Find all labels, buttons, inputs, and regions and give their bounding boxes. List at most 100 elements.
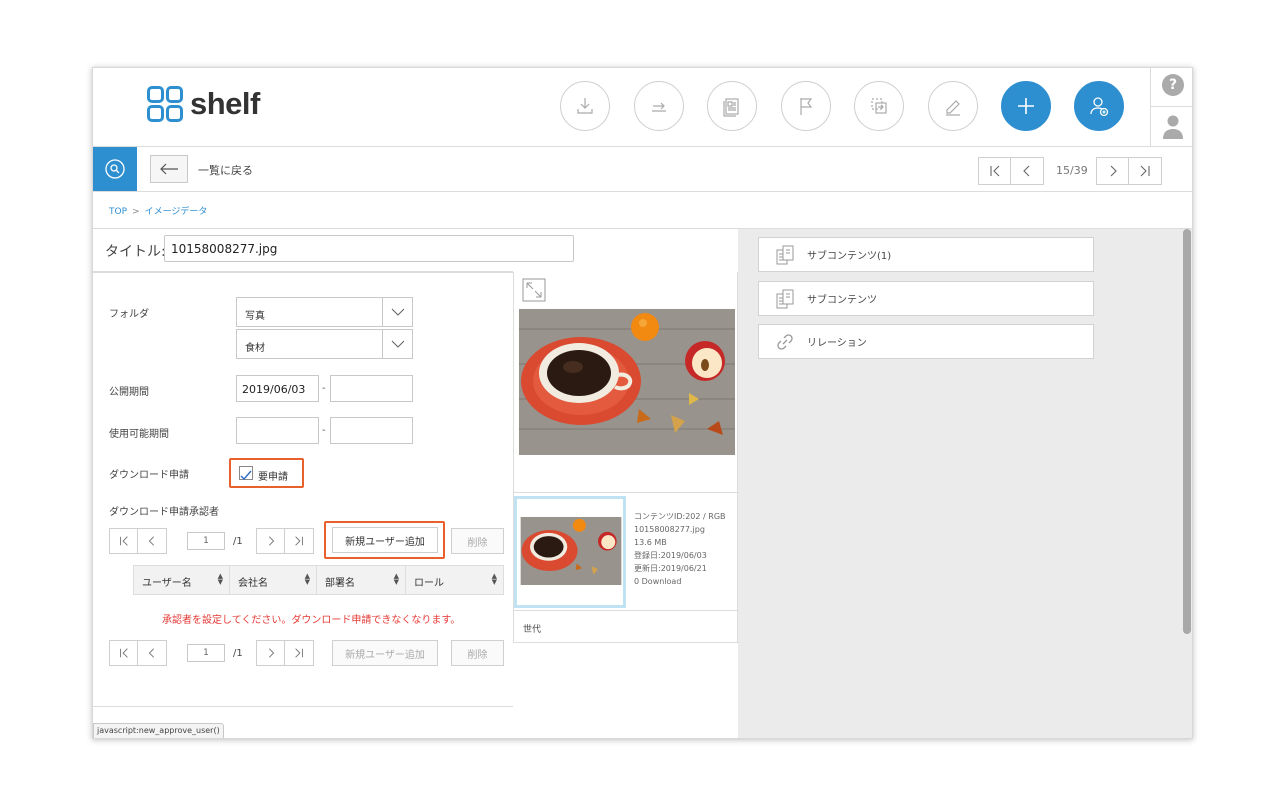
approver-prev-button-bottom[interactable] bbox=[138, 641, 166, 665]
approver-page-input-bottom[interactable]: 1 bbox=[187, 644, 225, 662]
folder-select-2[interactable]: 食材 bbox=[236, 329, 413, 359]
column-role-label: ロール bbox=[414, 578, 444, 589]
first-page-icon bbox=[989, 165, 999, 177]
right-panel: サブコンテンツ(1) サブコンテンツ リレーション bbox=[738, 229, 1192, 738]
column-department[interactable]: 部署名 ▲ ▼ bbox=[317, 566, 406, 594]
edit-button[interactable] bbox=[928, 81, 978, 131]
approver-pager-next bbox=[256, 528, 314, 554]
column-role[interactable]: ロール ▲ ▼ bbox=[406, 566, 503, 594]
publish-period-label: 公開期間 bbox=[109, 387, 149, 398]
preview-column: コンテンツID:202 / RGB 10158008277.jpg 13.6 M… bbox=[513, 272, 739, 643]
status-bar: javascript:new_approve_user() bbox=[93, 723, 224, 738]
chevron-left-icon bbox=[1023, 165, 1030, 177]
plus-icon bbox=[1018, 98, 1034, 114]
publish-end-input[interactable] bbox=[330, 375, 413, 402]
download-request-label: ダウンロード申請 bbox=[109, 470, 189, 481]
sort-icon: ▲ ▼ bbox=[217, 572, 223, 586]
coffee-thumbnail bbox=[520, 517, 622, 585]
preview-image[interactable] bbox=[519, 309, 735, 455]
divider bbox=[93, 706, 513, 707]
breadcrumb: TOP > イメージデータ bbox=[109, 204, 207, 217]
approvers-label: ダウンロード申請承認者 bbox=[109, 507, 219, 518]
delete-approver-button-bottom[interactable]: 削除 bbox=[451, 640, 504, 666]
usable-start-input[interactable] bbox=[236, 417, 319, 444]
subcontent-1-button[interactable]: サブコンテンツ(1) bbox=[758, 237, 1094, 272]
flag-icon bbox=[800, 98, 813, 115]
catalog-button[interactable] bbox=[707, 81, 757, 131]
first-page-button[interactable] bbox=[979, 158, 1011, 184]
column-department-label: 部署名 bbox=[325, 578, 355, 589]
approver-page-input[interactable]: 1 bbox=[187, 532, 225, 550]
search-button[interactable] bbox=[93, 147, 137, 191]
approver-next-button-bottom[interactable] bbox=[257, 641, 285, 665]
move-button[interactable] bbox=[854, 81, 904, 131]
subcontent-button[interactable]: サブコンテンツ bbox=[758, 281, 1094, 316]
divider bbox=[93, 272, 513, 273]
first-page-icon bbox=[119, 648, 128, 658]
approver-pager-prev bbox=[109, 528, 167, 554]
first-page-icon bbox=[119, 536, 128, 546]
column-company[interactable]: 会社名 ▲ ▼ bbox=[230, 566, 317, 594]
approver-last-button[interactable] bbox=[285, 529, 313, 553]
toolbar: 一覧に戻る 15/39 bbox=[93, 147, 1192, 192]
meta-filename: 10158008277.jpg bbox=[634, 525, 705, 534]
arrow-left-icon bbox=[160, 163, 178, 175]
approver-prev-button[interactable] bbox=[138, 529, 166, 553]
last-page-icon bbox=[1140, 165, 1150, 177]
pager-prev-group bbox=[978, 157, 1044, 185]
shelf-logo[interactable]: shelf bbox=[147, 86, 260, 122]
breadcrumb-current[interactable]: イメージデータ bbox=[145, 207, 208, 217]
content-metadata: コンテンツID:202 / RGB 10158008277.jpg 13.6 M… bbox=[634, 510, 726, 588]
last-page-button[interactable] bbox=[1129, 158, 1161, 184]
requires-request-label[interactable]: 要申請 bbox=[258, 468, 288, 483]
edit-icon bbox=[946, 100, 960, 116]
scrollbar[interactable] bbox=[1183, 229, 1191, 634]
account-icon[interactable] bbox=[1162, 114, 1184, 140]
download-button[interactable] bbox=[560, 81, 610, 131]
help-icon[interactable]: ? bbox=[1162, 74, 1184, 96]
delete-approver-button[interactable]: 削除 bbox=[451, 528, 504, 554]
sort-icon: ▲ ▼ bbox=[393, 572, 399, 586]
usable-end-input[interactable] bbox=[330, 417, 413, 444]
expand-icon[interactable] bbox=[522, 278, 546, 302]
thumbnail-image bbox=[520, 517, 622, 585]
add-approver-button-bottom[interactable]: 新規ユーザー追加 bbox=[332, 640, 438, 666]
approver-table-header: ユーザー名 ▲ ▼ 会社名 ▲ ▼ 部署名 ▲ ▼ ロール ▲ ▼ bbox=[133, 565, 504, 595]
meta-filesize: 13.6 MB bbox=[634, 538, 667, 547]
back-button[interactable] bbox=[150, 155, 188, 183]
folder-select-1[interactable]: 写真 bbox=[236, 297, 413, 327]
breadcrumb-top[interactable]: TOP bbox=[109, 207, 127, 217]
pager-next-group bbox=[1096, 157, 1162, 185]
next-page-button[interactable] bbox=[1097, 158, 1129, 184]
sort-icon: ▲ ▼ bbox=[304, 572, 310, 586]
add-user-header-button[interactable] bbox=[1074, 81, 1124, 131]
chevron-left-icon bbox=[148, 648, 155, 658]
add-approver-button[interactable]: 新規ユーザー追加 bbox=[332, 527, 438, 553]
column-username[interactable]: ユーザー名 ▲ ▼ bbox=[134, 566, 230, 594]
last-page-icon bbox=[295, 648, 303, 658]
meta-registered: 登録日:2019/06/03 bbox=[634, 551, 707, 560]
approver-page-total: /1 bbox=[233, 536, 243, 547]
meta-content-id: コンテンツID:202 / RGB bbox=[634, 512, 726, 521]
requires-request-checkbox[interactable] bbox=[239, 466, 253, 481]
publish-start-input[interactable]: 2019/06/03 bbox=[236, 375, 319, 402]
usable-dash: - bbox=[322, 425, 326, 436]
approver-last-button-bottom[interactable] bbox=[285, 641, 313, 665]
prev-page-button[interactable] bbox=[1011, 158, 1043, 184]
flag-button[interactable] bbox=[781, 81, 831, 131]
approver-next-button[interactable] bbox=[257, 529, 285, 553]
export-icon bbox=[652, 102, 666, 112]
download-icon bbox=[577, 98, 593, 114]
thumbnail-frame[interactable] bbox=[514, 496, 626, 608]
add-content-button[interactable] bbox=[1001, 81, 1051, 131]
relation-button[interactable]: リレーション bbox=[758, 324, 1094, 359]
approver-first-button[interactable] bbox=[110, 529, 138, 553]
export-button[interactable] bbox=[634, 81, 684, 131]
generation-label: 世代 bbox=[523, 625, 542, 635]
title-input[interactable]: 10158008277.jpg bbox=[164, 235, 574, 262]
subcontent-label: サブコンテンツ bbox=[807, 295, 877, 306]
approver-first-button-bottom[interactable] bbox=[110, 641, 138, 665]
chevron-down-icon bbox=[382, 298, 412, 326]
meta-downloads: 0 Download bbox=[634, 577, 682, 586]
back-label[interactable]: 一覧に戻る bbox=[198, 162, 253, 178]
